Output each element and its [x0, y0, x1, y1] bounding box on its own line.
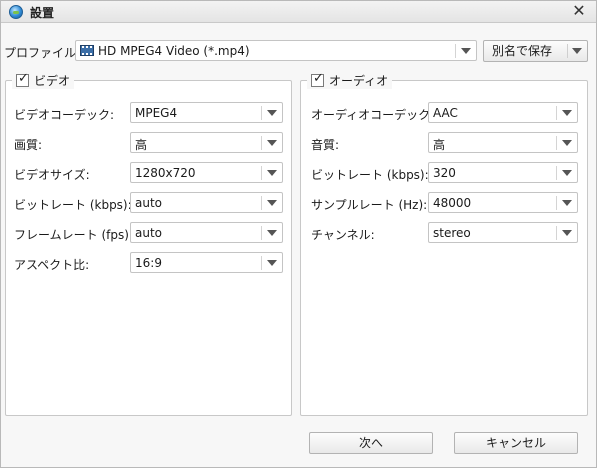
- audio-samplerate-value: 48000: [433, 196, 472, 210]
- dropdown-divider: [261, 106, 262, 120]
- chevron-down-icon[interactable]: [572, 48, 582, 54]
- audio-codec-value: AAC: [433, 106, 458, 120]
- save-as-button[interactable]: 別名で保存: [483, 40, 588, 62]
- chevron-down-icon: [267, 170, 277, 176]
- video-size-value: 1280x720: [135, 166, 196, 180]
- chevron-down-icon: [562, 140, 572, 146]
- profile-label: プロファイル:: [4, 46, 81, 60]
- cancel-button[interactable]: キャンセル: [454, 432, 578, 454]
- chevron-down-icon: [562, 110, 572, 116]
- save-as-divider: [567, 44, 568, 58]
- video-codec-value: MPEG4: [135, 106, 178, 120]
- audio-enable-checkbox[interactable]: ✓: [311, 71, 324, 87]
- chevron-down-icon: [562, 170, 572, 176]
- audio-samplerate-select[interactable]: 48000: [428, 192, 578, 213]
- audio-group: ✓ オーディオ オーディオコーデック: AAC 音質: 高 ビットレート (kb…: [300, 71, 588, 416]
- video-quality-value: 高: [135, 138, 148, 152]
- audio-bitrate-value: 320: [433, 166, 456, 180]
- checkmark-icon: ✓: [18, 71, 29, 86]
- chevron-down-icon: [267, 200, 277, 206]
- dropdown-divider: [556, 106, 557, 120]
- dropdown-divider: [556, 136, 557, 150]
- audio-channel-select[interactable]: stereo: [428, 222, 578, 243]
- chevron-down-icon: [267, 140, 277, 146]
- window-title: 設置: [30, 6, 55, 20]
- next-button[interactable]: 次へ: [309, 432, 433, 454]
- profile-select[interactable]: HD MPEG4 Video (*.mp4): [75, 40, 477, 61]
- chevron-down-icon: [267, 260, 277, 266]
- dropdown-divider: [556, 226, 557, 240]
- video-framerate-label: フレームレート (fps):: [14, 228, 133, 242]
- video-enable-checkbox[interactable]: ✓: [16, 71, 29, 87]
- video-framerate-value: auto: [135, 226, 163, 240]
- video-codec-select[interactable]: MPEG4: [130, 102, 283, 123]
- dropdown-divider: [261, 166, 262, 180]
- video-aspect-select[interactable]: 16:9: [130, 252, 283, 273]
- video-bitrate-label: ビットレート (kbps):: [14, 198, 132, 212]
- chevron-down-icon: [562, 230, 572, 236]
- video-aspect-value: 16:9: [135, 256, 162, 270]
- checkmark-icon: ✓: [313, 71, 324, 86]
- video-size-select[interactable]: 1280x720: [130, 162, 283, 183]
- dropdown-divider: [261, 226, 262, 240]
- audio-legend: ✓ オーディオ: [307, 71, 393, 89]
- chevron-down-icon: [461, 48, 471, 54]
- video-codec-label: ビデオコーデック:: [14, 108, 115, 122]
- title-bar[interactable]: 設置 ✕: [1, 1, 596, 23]
- audio-quality-value: 高: [433, 138, 446, 152]
- video-bitrate-select[interactable]: auto: [130, 192, 283, 213]
- save-as-label: 別名で保存: [492, 44, 553, 58]
- video-framerate-select[interactable]: auto: [130, 222, 283, 243]
- video-legend-label: ビデオ: [34, 74, 71, 88]
- audio-bitrate-select[interactable]: 320: [428, 162, 578, 183]
- audio-codec-label: オーディオコーデック:: [311, 108, 435, 122]
- dropdown-divider: [261, 256, 262, 270]
- audio-legend-label: オーディオ: [329, 74, 389, 88]
- video-bitrate-value: auto: [135, 196, 163, 210]
- audio-quality-label: 音質:: [311, 138, 340, 152]
- audio-quality-select[interactable]: 高: [428, 132, 578, 153]
- audio-samplerate-label: サンプルレート (Hz):: [311, 198, 428, 212]
- audio-codec-select[interactable]: AAC: [428, 102, 578, 123]
- app-globe-icon: [9, 5, 23, 19]
- dropdown-divider: [556, 196, 557, 210]
- video-aspect-label: アスペクト比:: [14, 258, 90, 272]
- chevron-down-icon: [562, 200, 572, 206]
- video-legend: ✓ ビデオ: [12, 71, 75, 89]
- video-size-label: ビデオサイズ:: [14, 168, 90, 182]
- chevron-down-icon: [267, 110, 277, 116]
- video-quality-select[interactable]: 高: [130, 132, 283, 153]
- audio-channel-label: チャンネル:: [311, 228, 375, 242]
- video-quality-label: 画質:: [14, 138, 43, 152]
- chevron-down-icon: [267, 230, 277, 236]
- audio-bitrate-label: ビットレート (kbps):: [311, 168, 429, 182]
- dropdown-divider: [556, 166, 557, 180]
- dropdown-divider: [261, 136, 262, 150]
- audio-channel-value: stereo: [433, 226, 471, 240]
- video-group: ✓ ビデオ ビデオコーデック: MPEG4 画質: 高 ビデオサイズ: 1280…: [5, 71, 292, 416]
- close-button[interactable]: ✕: [570, 2, 588, 20]
- film-icon: [80, 45, 94, 56]
- dropdown-divider: [261, 196, 262, 210]
- dropdown-divider: [455, 44, 456, 58]
- settings-dialog: 設置 ✕ プロファイル: HD MPEG4 Video (*.mp4) 別名で保…: [0, 0, 597, 468]
- profile-value: HD MPEG4 Video (*.mp4): [98, 44, 250, 58]
